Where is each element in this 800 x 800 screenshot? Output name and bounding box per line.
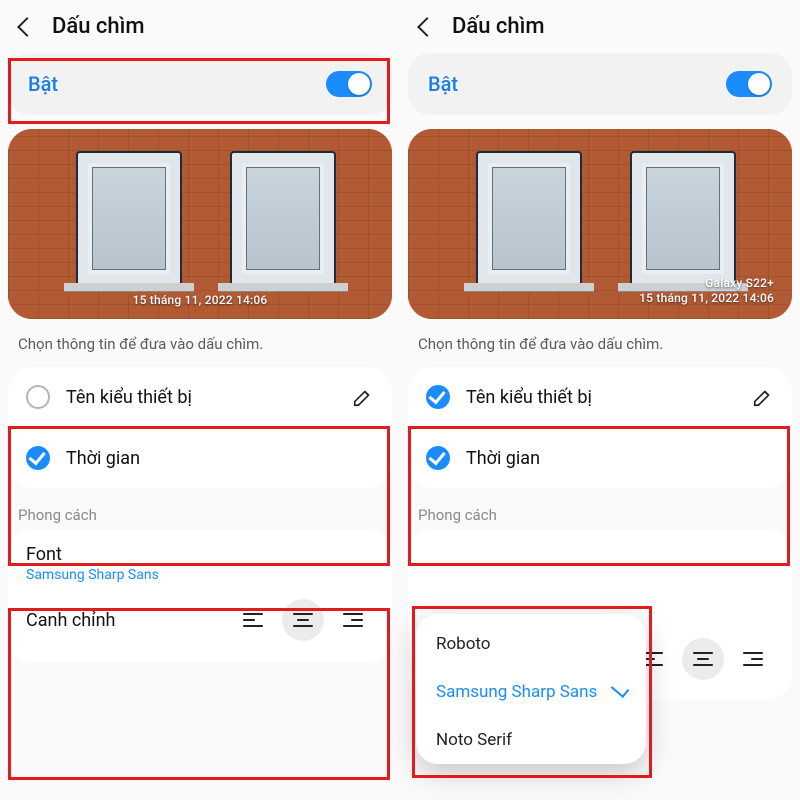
align-center-button[interactable]: [682, 638, 724, 680]
font-option-roboto[interactable]: Roboto: [416, 620, 646, 668]
hint-text: Chọn thông tin để đưa vào dấu chìm.: [400, 319, 800, 367]
row-label: Tên kiểu thiết bị: [66, 387, 336, 408]
page-title: Dấu chìm: [52, 14, 145, 39]
toggle-label: Bật: [428, 72, 458, 96]
watermark-model: Galaxy S22+: [639, 276, 774, 292]
watermark-date: 15 tháng 11, 2022 14:06: [639, 291, 774, 307]
align-left-button[interactable]: [232, 599, 274, 641]
toggle-switch[interactable]: [326, 71, 372, 97]
page-title: Dấu chìm: [452, 14, 545, 39]
style-section-label: Phong cách: [0, 488, 400, 530]
watermark-model-text: Galaxy S22+ 15 tháng 11, 2022 14:06: [639, 276, 774, 307]
font-option-noto-serif[interactable]: Noto Serif: [416, 716, 646, 764]
right-pane: Dấu chìm Bật Galaxy S22+ 15 tháng 11, 20…: [400, 0, 800, 800]
font-row[interactable]: Font Samsung Sharp Sans: [8, 530, 392, 589]
hint-text: Chọn thông tin để đưa vào dấu chìm.: [0, 319, 400, 367]
font-dropdown[interactable]: Roboto Samsung Sharp Sans Noto Serif: [416, 614, 646, 764]
enable-toggle-row[interactable]: Bật: [8, 53, 392, 115]
row-device-name[interactable]: Tên kiểu thiết bị: [408, 367, 792, 427]
check-icon: [611, 680, 630, 698]
align-right-button[interactable]: [332, 599, 374, 641]
font-label: Font: [26, 544, 374, 565]
checkbox-device-name[interactable]: [426, 385, 450, 409]
font-option-label: Samsung Sharp Sans: [436, 682, 597, 702]
style-card: Font Samsung Sharp Sans Canh chỉnh: [8, 530, 392, 663]
row-label: Tên kiểu thiết bị: [466, 387, 736, 408]
toggle-label: Bật: [28, 72, 58, 96]
header: Dấu chìm: [0, 0, 400, 49]
options-card: Tên kiểu thiết bị Thời gian: [8, 367, 392, 488]
font-value: Samsung Sharp Sans: [26, 567, 374, 583]
align-row: Canh chỉnh: [8, 589, 392, 659]
checkbox-time[interactable]: [26, 446, 50, 470]
checkbox-time[interactable]: [426, 446, 450, 470]
align-right-button[interactable]: [732, 638, 774, 680]
row-label: Thời gian: [66, 448, 374, 469]
checkbox-device-name[interactable]: [26, 385, 50, 409]
align-center-button[interactable]: [282, 599, 324, 641]
left-pane: Dấu chìm Bật 15 tháng 11, 2022 14:06 Chọ…: [0, 0, 400, 800]
row-label: Thời gian: [466, 448, 774, 469]
style-section-label: Phong cách: [400, 488, 800, 530]
header: Dấu chìm: [400, 0, 800, 49]
edit-icon[interactable]: [352, 386, 374, 408]
row-device-name[interactable]: Tên kiểu thiết bị: [8, 367, 392, 427]
row-time[interactable]: Thời gian: [408, 428, 792, 488]
back-icon[interactable]: [17, 17, 37, 37]
toggle-switch[interactable]: [726, 71, 772, 97]
enable-toggle-row[interactable]: Bật: [408, 53, 792, 115]
watermark-date-text: 15 tháng 11, 2022 14:06: [133, 293, 268, 307]
watermark-preview: 15 tháng 11, 2022 14:06: [8, 129, 392, 319]
align-label: Canh chỉnh: [26, 610, 115, 631]
row-time[interactable]: Thời gian: [8, 428, 392, 488]
options-card: Tên kiểu thiết bị Thời gian: [408, 367, 792, 488]
back-icon[interactable]: [417, 17, 437, 37]
font-option-samsung-sharp-sans[interactable]: Samsung Sharp Sans: [416, 668, 646, 716]
watermark-preview: Galaxy S22+ 15 tháng 11, 2022 14:06: [408, 129, 792, 319]
edit-icon[interactable]: [752, 386, 774, 408]
